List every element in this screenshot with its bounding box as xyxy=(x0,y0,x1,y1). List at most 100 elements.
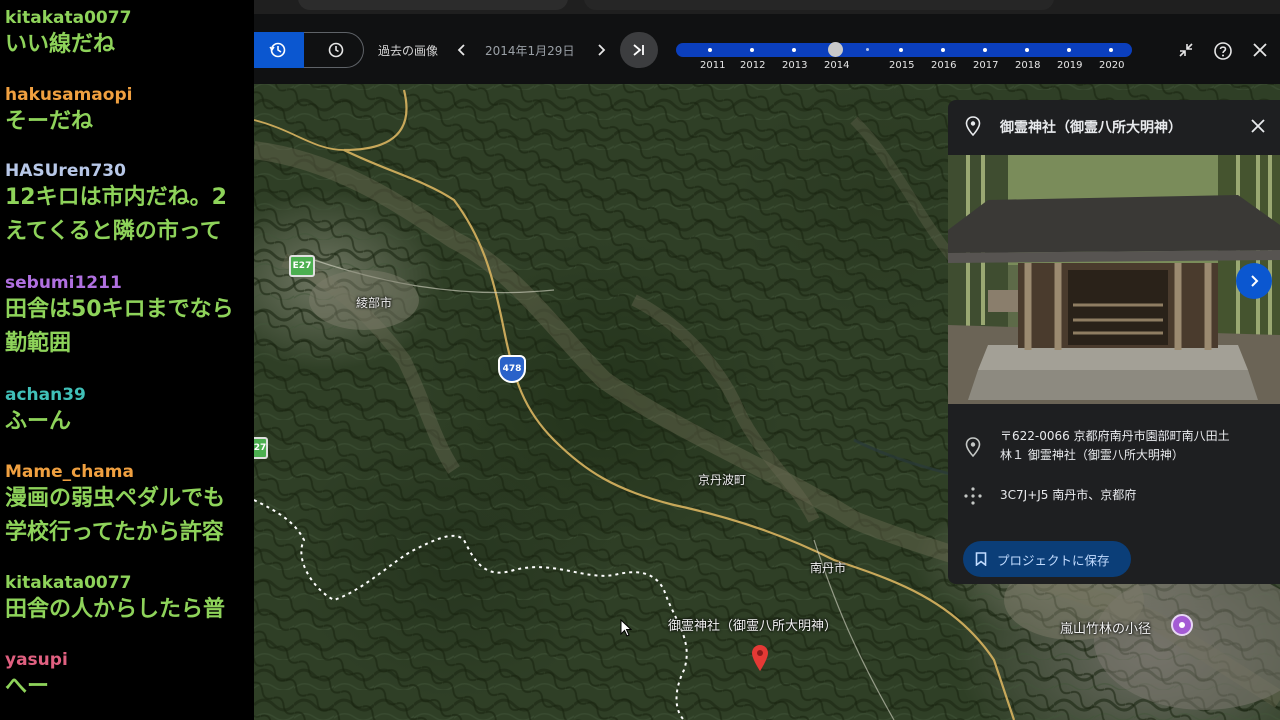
timeline-tick xyxy=(792,48,796,52)
history-icon xyxy=(269,42,286,58)
next-date-button[interactable] xyxy=(593,40,609,60)
year-label: 2015 xyxy=(889,60,915,71)
chat-username: yasupi xyxy=(5,650,68,670)
chat-message: yasupi へー xyxy=(5,650,68,704)
chat-text: 12キロは市内だね。2 xyxy=(5,185,227,210)
address-pin-icon xyxy=(965,437,981,457)
chat-text: 漫画の弱虫ペダルでも xyxy=(5,486,226,511)
chat-text: 勤範囲 xyxy=(5,331,72,356)
toolbar-pill[interactable] xyxy=(584,0,1054,10)
highway-shield-e27: E27 xyxy=(289,255,315,277)
chevron-left-icon xyxy=(457,44,465,56)
timeline-tick xyxy=(708,48,712,52)
close-timebar-button[interactable] xyxy=(1250,40,1270,60)
chat-username: sebumi1211 xyxy=(5,273,122,293)
timeline-tick xyxy=(941,48,945,52)
chat-text: いい線だね xyxy=(5,32,116,57)
search-bar-strip xyxy=(254,0,1280,14)
save-to-project-label: プロジェクトに保存 xyxy=(997,552,1110,568)
mouse-cursor xyxy=(620,619,632,637)
address-line-2: 林１ 御霊神社（御霊八所大明神） xyxy=(1000,448,1184,462)
bookmark-icon xyxy=(975,552,987,566)
skip-to-end-icon xyxy=(633,44,644,56)
map-label-kyotamba[interactable]: 京丹波町 xyxy=(698,471,746,488)
location-pin-icon[interactable] xyxy=(752,645,768,671)
prev-date-button[interactable] xyxy=(454,40,470,60)
chat-text: 田舎は50キロまでなら xyxy=(5,297,234,322)
chat-username: Mame_chama xyxy=(5,462,134,482)
location-pin-icon xyxy=(965,116,981,136)
chevron-right-icon xyxy=(1251,275,1259,287)
year-label: 2013 xyxy=(782,60,808,71)
year-label: 2019 xyxy=(1057,60,1083,71)
place-info-panel: 御霊神社（御霊八所大明神） 〒622-0066 京都府南丹市園部町南八田土 林１… xyxy=(948,100,1280,584)
year-label: 2018 xyxy=(1015,60,1041,71)
current-date-label: 2014年1月29日 xyxy=(485,44,575,58)
timeline-tick xyxy=(1109,48,1113,52)
year-label-selected: 2014 xyxy=(824,60,850,71)
current-imagery-button[interactable] xyxy=(314,32,358,68)
map-label-nantan[interactable]: 南丹市 xyxy=(810,559,846,576)
chat-overlay: kitakata0077 いい線だね hakusamaopi そーだね HASU… xyxy=(0,0,254,720)
highway-shield-e27-partial: 27 xyxy=(254,437,268,459)
plus-code-icon xyxy=(964,487,982,505)
chat-message: kitakata0077 いい線だね xyxy=(5,8,131,62)
chat-message: HASUren730 12キロは市内だね。2 えてくると隣の市って xyxy=(5,161,227,249)
chat-text: 学校行ってたから許容 xyxy=(5,520,224,545)
map-label-ayabe[interactable]: 綾部市 xyxy=(356,294,392,311)
chat-username: kitakata0077 xyxy=(5,573,132,593)
help-button[interactable] xyxy=(1212,40,1234,62)
year-label: 2020 xyxy=(1099,60,1125,71)
search-box[interactable] xyxy=(298,0,568,10)
chat-text: 田舎の人からしたら普 xyxy=(5,597,226,622)
collapse-button[interactable] xyxy=(1176,40,1196,60)
chat-message: achan39 ふーん xyxy=(5,385,86,439)
chat-text: そーだね xyxy=(5,109,94,134)
collapse-arrows-icon xyxy=(1179,43,1193,57)
close-panel-button[interactable] xyxy=(1248,116,1268,136)
chat-message: Mame_chama 漫画の弱虫ペダルでも 学校行ってたから許容 xyxy=(5,462,225,550)
chat-text: へー xyxy=(5,674,50,699)
timeline-tick xyxy=(866,48,869,51)
close-icon xyxy=(1253,43,1267,57)
timeline-handle[interactable] xyxy=(828,42,843,57)
refresh-time-icon xyxy=(328,42,344,58)
chat-text: ふーん xyxy=(5,409,72,434)
address-line-1: 〒622-0066 京都府南丹市園部町南八田土 xyxy=(1000,429,1230,443)
shrine-photo-image xyxy=(948,155,1280,404)
timeline-slider[interactable] xyxy=(676,42,1132,57)
historical-imagery-button[interactable] xyxy=(254,32,304,68)
chat-username: achan39 xyxy=(5,385,86,405)
poi-attraction-icon[interactable] xyxy=(1171,614,1193,636)
chevron-right-icon xyxy=(598,44,606,56)
timeline-tick xyxy=(750,48,754,52)
jump-to-latest-button[interactable] xyxy=(620,32,658,68)
plus-code: 3C7J+J5 南丹市、京都府 xyxy=(1000,488,1137,502)
timeline-tick xyxy=(899,48,903,52)
route-shield-478: 478 xyxy=(498,355,526,383)
save-to-project-button[interactable]: プロジェクトに保存 xyxy=(963,541,1131,577)
chat-message: kitakata0077 田舎の人からしたら普 xyxy=(5,573,225,627)
chat-message: sebumi1211 田舎は50キロまでなら 勤範囲 xyxy=(5,273,234,361)
timeline-tick xyxy=(1067,48,1071,52)
historical-imagery-bar: 過去の画像 2014年1月29日 2011 2012 2013 2014 201… xyxy=(254,14,1280,84)
chat-username: kitakata0077 xyxy=(5,8,132,28)
year-label: 2011 xyxy=(700,60,726,71)
chat-username: HASUren730 xyxy=(5,161,126,181)
place-photo[interactable] xyxy=(948,155,1280,404)
close-icon xyxy=(1251,119,1265,133)
timeline-tick xyxy=(1025,48,1029,52)
next-photo-button[interactable] xyxy=(1236,263,1272,299)
year-label: 2016 xyxy=(931,60,957,71)
chat-message: hakusamaopi そーだね xyxy=(5,85,132,139)
year-label: 2017 xyxy=(973,60,999,71)
past-imagery-label: 過去の画像 xyxy=(378,44,439,58)
chat-username: hakusamaopi xyxy=(5,85,133,105)
map-label-shrine[interactable]: 御霊神社（御霊八所大明神） xyxy=(668,615,837,634)
timeline-tick xyxy=(983,48,987,52)
year-label: 2012 xyxy=(740,60,766,71)
place-title: 御霊神社（御霊八所大明神） xyxy=(1000,120,1182,136)
chat-text: えてくると隣の市って xyxy=(5,219,222,244)
map-label-arashiyama[interactable]: 嵐山竹林の小径 xyxy=(1060,618,1151,637)
help-icon xyxy=(1214,42,1232,60)
